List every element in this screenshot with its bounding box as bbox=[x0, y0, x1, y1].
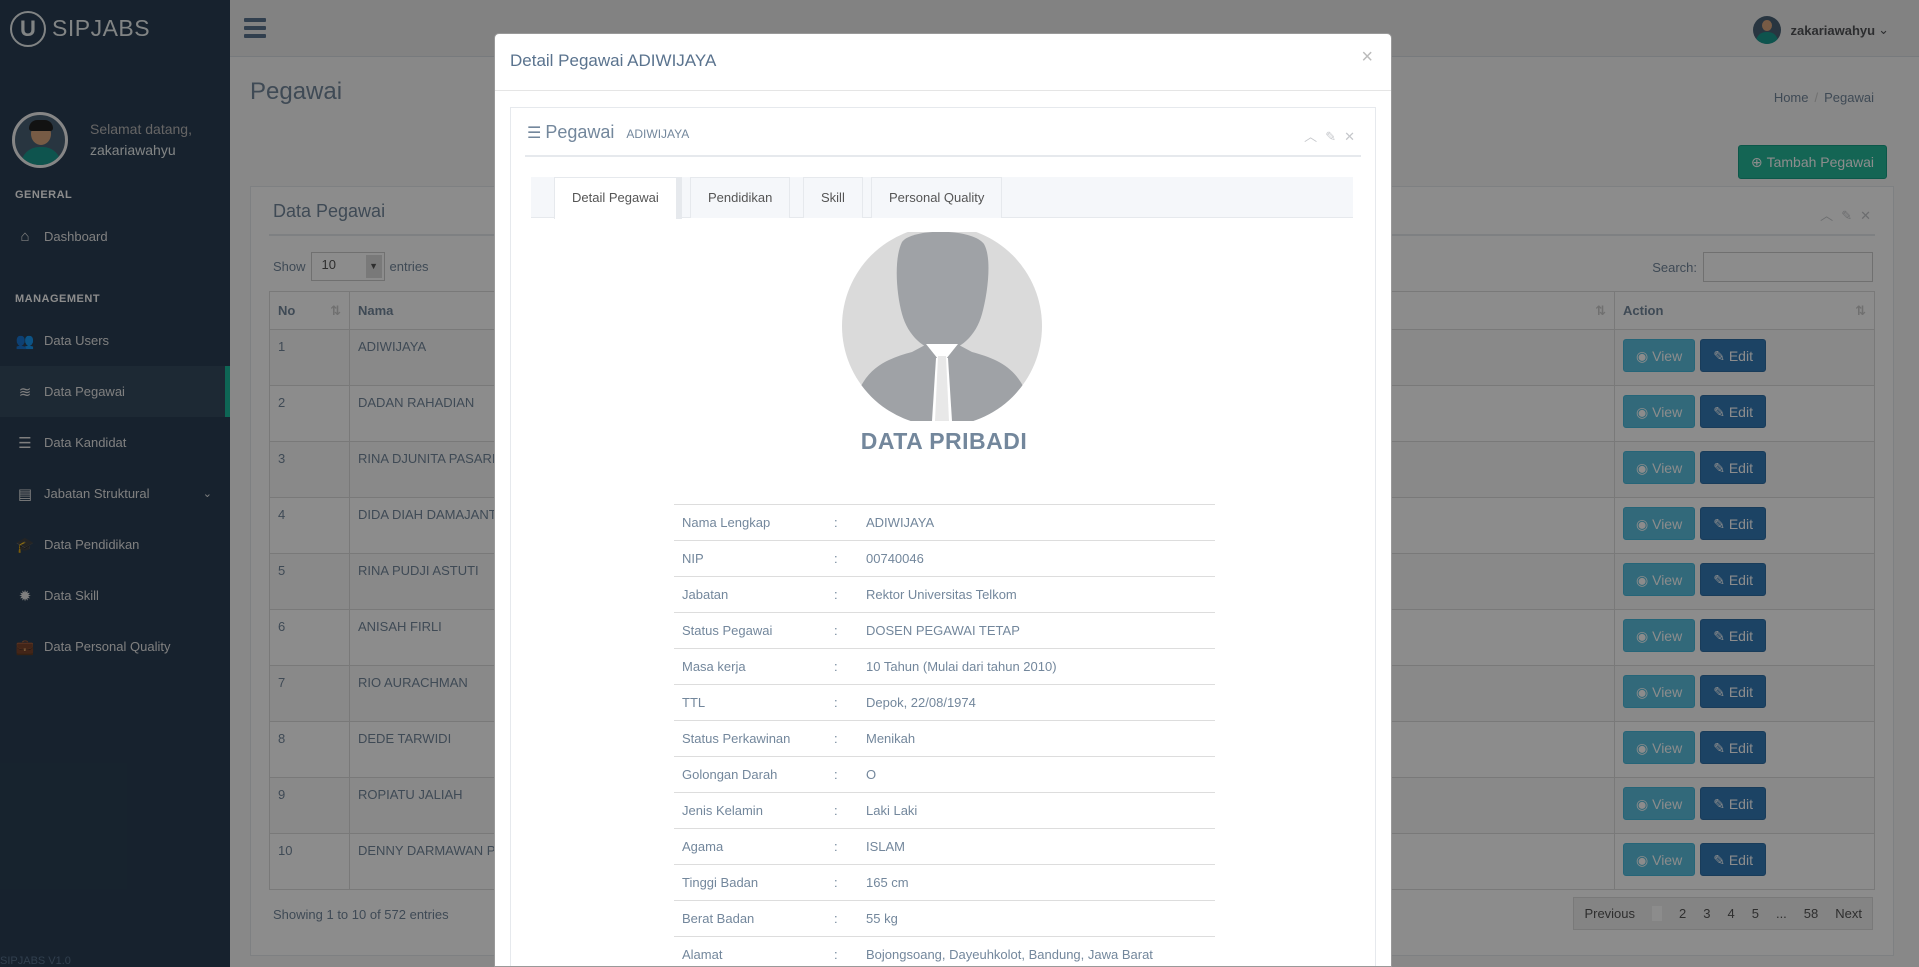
info-value: O bbox=[858, 756, 1215, 793]
info-value: 55 kg bbox=[858, 900, 1215, 937]
panel-title: ☰ Pegawai ADIWIJAYA bbox=[527, 122, 690, 142]
info-row: Berat Badan:55 kg bbox=[674, 900, 1215, 937]
close-icon[interactable]: ✕ bbox=[1344, 129, 1363, 144]
info-row: Status Pegawai: DOSEN PEGAWAI TETAP bbox=[674, 612, 1215, 649]
info-colon: : bbox=[834, 756, 858, 793]
info-label: Masa kerja bbox=[674, 648, 834, 685]
info-row: Agama: ISLAM bbox=[674, 828, 1215, 865]
info-label: Tinggi Badan bbox=[674, 864, 834, 901]
tabs: Detail Pegawai Pendidikan Skill Personal… bbox=[531, 177, 1353, 219]
info-colon: : bbox=[834, 540, 858, 577]
info-colon: : bbox=[834, 576, 858, 613]
info-row: Nama Lengkap: ADIWIJAYA bbox=[674, 504, 1215, 541]
info-colon: : bbox=[834, 864, 858, 901]
detail-pegawai-modal: Detail Pegawai ADIWIJAYA × ☰ Pegawai ADI… bbox=[494, 33, 1392, 967]
info-value: Menikah bbox=[858, 720, 1215, 757]
info-row: Jabatan: Rektor Universitas Telkom bbox=[674, 576, 1215, 613]
info-value: ISLAM bbox=[858, 828, 1215, 865]
info-row: Masa kerja:10 Tahun (Mulai dari tahun 20… bbox=[674, 648, 1215, 685]
info-colon: : bbox=[834, 900, 858, 937]
section-heading: DATA PRIBADI bbox=[860, 428, 1028, 454]
info-row: Tinggi Badan:165 cm bbox=[674, 864, 1215, 901]
info-colon: : bbox=[834, 504, 858, 541]
data-pribadi-table: Nama Lengkap: ADIWIJAYA NIP:00740046 Jabata… bbox=[674, 504, 1215, 966]
wrench-icon[interactable]: ✎ bbox=[1325, 129, 1344, 144]
info-value: DOSEN PEGAWAI TETAP bbox=[858, 612, 1215, 649]
info-label: Jabatan bbox=[674, 576, 834, 613]
info-label: Status Pegawai bbox=[674, 612, 834, 649]
info-value: 165 cm bbox=[858, 864, 1215, 901]
info-row: TTL: Depok, 22/08/1974 bbox=[674, 684, 1215, 721]
info-colon: : bbox=[834, 792, 858, 829]
panel-tools: ︿✎✕ bbox=[1304, 126, 1363, 145]
info-label: Agama bbox=[674, 828, 834, 865]
info-label: Jenis Kelamin bbox=[674, 792, 834, 829]
info-colon: : bbox=[834, 828, 858, 865]
panel-subtitle: ADIWIJAYA bbox=[626, 127, 690, 141]
info-value: Laki Laki bbox=[858, 792, 1215, 829]
info-label: Berat Badan bbox=[674, 900, 834, 937]
info-value: 00740046 bbox=[858, 540, 1215, 577]
info-label: Alamat bbox=[674, 936, 834, 966]
tab-pendidikan[interactable]: Pendidikan bbox=[690, 177, 791, 218]
info-row: Status Perkawinan: Menikah bbox=[674, 720, 1215, 757]
info-colon: : bbox=[834, 612, 858, 649]
tab-skill[interactable]: Skill bbox=[803, 177, 863, 218]
user-placeholder-icon bbox=[842, 232, 1042, 421]
info-value: ADIWIJAYA bbox=[858, 504, 1215, 541]
info-value: Depok, 22/08/1974 bbox=[858, 684, 1215, 721]
info-label: Nama Lengkap bbox=[674, 504, 834, 541]
collapse-icon[interactable]: ︿ bbox=[1304, 129, 1325, 144]
info-label: Golongan Darah bbox=[674, 756, 834, 793]
info-value: Rektor Universitas Telkom bbox=[858, 576, 1215, 613]
info-label: TTL bbox=[674, 684, 834, 721]
info-colon: : bbox=[834, 720, 858, 757]
close-icon[interactable]: × bbox=[1361, 46, 1373, 69]
tab-personal-quality[interactable]: Personal Quality bbox=[871, 177, 1003, 218]
pegawai-panel: ☰ Pegawai ADIWIJAYA ︿✎✕ Detail Pegawai P… bbox=[510, 107, 1376, 966]
tab-detail-pegawai[interactable]: Detail Pegawai bbox=[554, 177, 682, 219]
info-row: Jenis Kelamin: Laki Laki bbox=[674, 792, 1215, 829]
info-row: Alamat: Bojongsoang, Dayeuhkolot, Bandung… bbox=[674, 936, 1215, 966]
modal-header: Detail Pegawai ADIWIJAYA × bbox=[495, 34, 1391, 91]
modal-title: Detail Pegawai ADIWIJAYA bbox=[510, 51, 717, 70]
info-label: Status Perkawinan bbox=[674, 720, 834, 757]
info-row: Golongan Darah: O bbox=[674, 756, 1215, 793]
info-value: 10 Tahun (Mulai dari tahun 2010) bbox=[858, 648, 1215, 685]
info-value: Bojongsoang, Dayeuhkolot, Bandung, Jawa … bbox=[858, 936, 1215, 966]
info-colon: : bbox=[834, 648, 858, 685]
bars-icon: ☰ bbox=[527, 125, 542, 142]
info-label: NIP bbox=[674, 540, 834, 577]
info-row: NIP:00740046 bbox=[674, 540, 1215, 577]
info-colon: : bbox=[834, 684, 858, 721]
info-colon: : bbox=[834, 936, 858, 966]
